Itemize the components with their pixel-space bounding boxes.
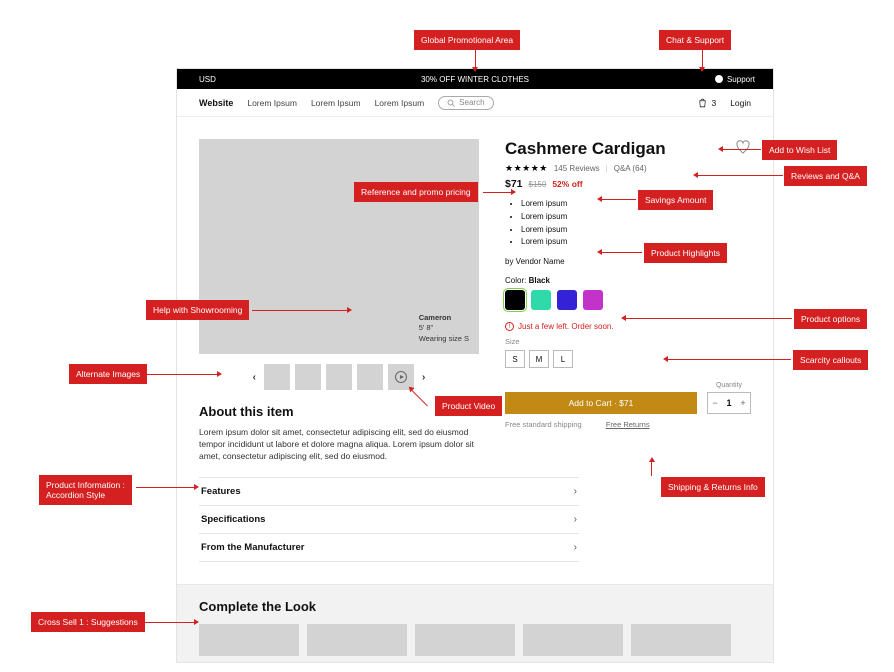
support-link[interactable]: Support (715, 75, 755, 84)
thumbnail-2[interactable] (295, 364, 321, 390)
promo-text: 30% OFF WINTER CLOTHES (421, 75, 529, 84)
ctl-item[interactable] (199, 624, 299, 656)
search-placeholder: Search (459, 98, 484, 107)
nav-link-1[interactable]: Lorem Ipsum (247, 98, 297, 108)
highlight-item: Lorem ipsum (521, 224, 751, 237)
search-input[interactable]: Search (438, 96, 493, 110)
scarcity-text: Just a few left. Order soon. (518, 322, 614, 331)
login-link[interactable]: Login (730, 98, 751, 108)
search-icon (447, 99, 455, 107)
main-product-image[interactable]: Cameron 5' 8" Wearing size S (199, 139, 479, 354)
chat-icon (715, 75, 723, 83)
quantity-stepper[interactable]: − 1 + (707, 392, 751, 414)
thumbnail-1[interactable] (264, 364, 290, 390)
scarcity-callout: ! Just a few left. Order soon. (505, 322, 751, 331)
price-row: $71 $150 52% off (505, 178, 751, 190)
rating-row[interactable]: ★★★★★ 145 Reviews | Q&A (64) (505, 163, 751, 174)
thumb-next[interactable]: › (419, 372, 428, 383)
cart-count: 3 (711, 98, 716, 108)
gallery-column: Cameron 5' 8" Wearing size S ‹ › About t… (199, 139, 479, 562)
annot-video: Product Video (435, 396, 502, 416)
free-shipping-text: Free standard shipping (505, 420, 582, 429)
swatch-blue[interactable] (557, 290, 577, 310)
highlight-item: Lorem ipsum (521, 198, 751, 211)
thumbnail-3[interactable] (326, 364, 352, 390)
thumbnail-4[interactable] (357, 364, 383, 390)
annot-ref-pricing: Reference and promo pricing (354, 182, 478, 202)
play-icon (395, 371, 407, 383)
annot-chat-support: Chat & Support (659, 30, 731, 50)
cart-link[interactable]: 3 (698, 98, 716, 108)
accordion-label: Specifications (201, 514, 265, 525)
bag-icon (698, 98, 707, 108)
nav-link-2[interactable]: Lorem Ipsum (311, 98, 361, 108)
model-height: 5' 8" (419, 323, 469, 334)
thumbnail-strip: ‹ › (199, 364, 479, 390)
ctl-item[interactable] (523, 624, 623, 656)
annot-highlights: Product Highlights (644, 243, 727, 263)
wishlist-button[interactable] (735, 139, 751, 155)
brand-logo[interactable]: Website (199, 98, 233, 108)
annot-accordion: Product Information : Accordion Style (39, 475, 132, 505)
buy-column: Cashmere Cardigan ★★★★★ 145 Reviews | Q&… (505, 139, 751, 562)
model-info: Cameron 5' 8" Wearing size S (419, 313, 469, 345)
shipping-row: Free standard shipping Free Returns (505, 420, 751, 429)
qa-count: Q&A (64) (614, 164, 647, 173)
size-s[interactable]: S (505, 350, 525, 368)
annot-showrooming: Help with Showrooming (146, 300, 249, 320)
ctl-item[interactable] (307, 624, 407, 656)
promo-bar: USD 30% OFF WINTER CLOTHES Support (177, 69, 773, 89)
annot-global-promo: Global Promotional Area (414, 30, 520, 50)
size-m[interactable]: M (529, 350, 549, 368)
color-label: Color: Black (505, 276, 751, 285)
complete-the-look: Complete the Look (177, 584, 773, 662)
product-title: Cashmere Cardigan (505, 139, 666, 159)
alert-icon: ! (505, 322, 514, 331)
ctl-item[interactable] (415, 624, 515, 656)
ctl-heading: Complete the Look (199, 599, 751, 614)
size-l[interactable]: L (553, 350, 573, 368)
annot-add-wishlist: Add to Wish List (762, 140, 837, 160)
ctl-item[interactable] (631, 624, 731, 656)
currency-selector[interactable]: USD (199, 75, 216, 84)
qty-plus[interactable]: + (736, 398, 750, 408)
nav-link-3[interactable]: Lorem Ipsum (375, 98, 425, 108)
annot-shipreturns: Shipping & Returns Info (661, 477, 765, 497)
navbar: Website Lorem Ipsum Lorem Ipsum Lorem Ip… (177, 89, 773, 117)
swatch-magenta[interactable] (583, 290, 603, 310)
free-returns-link[interactable]: Free Returns (606, 420, 650, 429)
annot-reviews-qa: Reviews and Q&A (784, 166, 867, 186)
annot-cross-sell: Cross Sell 1 : Suggestions (31, 612, 145, 632)
annot-savings: Savings Amount (638, 190, 713, 210)
qty-value: 1 (722, 398, 736, 408)
about-body: Lorem ipsum dolor sit amet, consectetur … (199, 427, 479, 463)
model-wearing: Wearing size S (419, 334, 469, 345)
accordion-label: From the Manufacturer (201, 542, 304, 553)
add-to-cart-button[interactable]: Add to Cart · $71 (505, 392, 697, 414)
reviews-count: 145 Reviews (554, 164, 600, 173)
accordion-label: Features (201, 486, 241, 497)
highlight-item: Lorem ipsum (521, 211, 751, 224)
qty-minus[interactable]: − (708, 398, 722, 408)
swatch-black[interactable] (505, 290, 525, 310)
discount-percent: 52% off (552, 179, 582, 189)
annot-product-options: Product options (794, 309, 867, 329)
star-icons: ★★★★★ (505, 163, 548, 174)
heart-icon (735, 139, 751, 155)
annot-scarcity: Scarcity callouts (793, 350, 868, 370)
thumb-prev[interactable]: ‹ (250, 372, 259, 383)
size-label: Size (505, 337, 751, 346)
support-label: Support (727, 75, 755, 84)
swatch-teal[interactable] (531, 290, 551, 310)
color-swatches (505, 290, 751, 310)
product-page: USD 30% OFF WINTER CLOTHES Support Websi… (176, 68, 774, 663)
highlights-list: Lorem ipsum Lorem ipsum Lorem ipsum Lore… (505, 198, 751, 249)
original-price: $150 (529, 180, 547, 189)
quantity-label: Quantity (716, 382, 742, 389)
annot-alt-images: Alternate Images (69, 364, 147, 384)
model-name: Cameron (419, 313, 469, 324)
